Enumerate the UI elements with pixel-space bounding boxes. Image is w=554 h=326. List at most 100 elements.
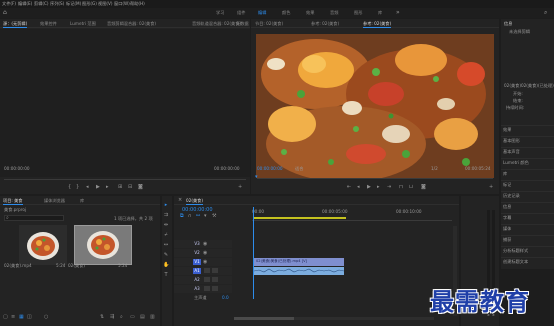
add-button-icon[interactable]: +	[489, 184, 493, 190]
resolution-select[interactable]: 1/2	[431, 166, 438, 171]
panel-item-title-styles[interactable]: 分析标题样式	[503, 248, 528, 253]
track-label-a2[interactable]: A2	[193, 277, 201, 283]
project-search-box[interactable]: ⌕	[4, 215, 64, 221]
export-frame-icon[interactable]: ◙	[421, 184, 426, 190]
tab-metadata[interactable]: 元数据	[236, 19, 249, 28]
panel-item-info[interactable]: 信息	[503, 204, 511, 209]
ripple-edit-tool-icon[interactable]: ⇹	[163, 222, 169, 228]
track-label-a1[interactable]: A1	[193, 268, 201, 274]
tab-media-browser[interactable]: 媒体浏览器	[44, 196, 65, 205]
tab-program[interactable]: 节目: 02(美食)	[255, 19, 283, 28]
icon-view-icon[interactable]: ▦	[19, 314, 24, 320]
play-icon[interactable]: ▶	[96, 184, 100, 190]
nest-icon[interactable]: ⧉	[180, 213, 184, 219]
lock-icon[interactable]: ▢	[3, 314, 8, 320]
solo-button[interactable]	[212, 268, 218, 273]
eye-icon[interactable]: ◉	[203, 250, 207, 256]
tab-sequence[interactable]: 02(美食)	[186, 196, 203, 205]
snap-icon[interactable]: ∩	[188, 213, 192, 219]
step-back-icon[interactable]: ◂	[357, 184, 360, 190]
selection-tool-icon[interactable]: ▸	[163, 202, 169, 208]
panel-item-lumetri-color[interactable]: Lumetri 颜色	[503, 160, 529, 165]
timeline-ruler[interactable]: 00:00 00:00:05:00 00:00:10:00	[252, 207, 452, 221]
panel-item-capture[interactable]: 捕获	[503, 237, 511, 242]
panel-item-captions[interactable]: 字幕	[503, 215, 511, 220]
find-icon[interactable]: ⌕	[120, 314, 123, 320]
search-icon[interactable]: ⌕	[544, 9, 547, 17]
hand-tool-icon[interactable]: ✋	[163, 262, 169, 268]
tab-source[interactable]: 源：(无剪辑)	[3, 19, 28, 28]
workspace-audio[interactable]: 音频	[330, 10, 338, 16]
eye-icon[interactable]: ◉	[203, 259, 207, 265]
tab-reference-1[interactable]: 参考: 02(美食)	[311, 19, 339, 28]
mute-button[interactable]	[204, 277, 210, 282]
workspace-color[interactable]: 颜色	[282, 10, 290, 16]
panel-item-essential-graphics[interactable]: 基本图形	[503, 138, 520, 143]
panel-item-effects[interactable]: 效果	[503, 127, 511, 132]
workspace-libraries[interactable]: 库	[378, 10, 382, 16]
panel-item-title-text[interactable]: 创建标题文本	[503, 259, 528, 264]
new-item-icon[interactable]: ▤	[140, 314, 145, 320]
track-label-v3[interactable]: V3	[193, 241, 201, 247]
menu-edit[interactable]: 编辑(E)	[18, 1, 32, 7]
tab-project[interactable]: 项目: 美食	[3, 196, 23, 205]
program-scrubber[interactable]: ▾	[255, 174, 493, 180]
insert-icon[interactable]: ⊞	[118, 184, 122, 190]
mute-button[interactable]	[204, 268, 210, 273]
add-button-icon[interactable]: +	[238, 184, 242, 190]
track-select-tool-icon[interactable]: ⇉	[163, 212, 169, 218]
step-forward-icon[interactable]: ▸	[377, 184, 380, 190]
workspace-assembly[interactable]: 组件	[237, 10, 245, 16]
menu-graphics[interactable]: 图形(G)	[82, 1, 97, 7]
track-label-v1[interactable]: V1	[193, 259, 201, 265]
overwrite-icon[interactable]: ⊟	[128, 184, 132, 190]
zoom-slider-icon[interactable]: ○	[44, 314, 48, 320]
playhead-line[interactable]	[253, 207, 254, 299]
panel-item-history[interactable]: 历史记录	[503, 193, 520, 198]
tab-libraries[interactable]: 库	[80, 196, 84, 205]
tab-reference-2[interactable]: 参考: 02(美食)	[363, 19, 392, 28]
clip-thumbnail[interactable]	[19, 225, 67, 265]
workspace-graphics[interactable]: 图形	[354, 10, 362, 16]
panel-item-media[interactable]: 媒体	[503, 226, 511, 231]
menu-sequence[interactable]: 序列(S)	[50, 1, 64, 7]
go-to-in-icon[interactable]: ⇤	[347, 184, 351, 190]
camera-icon[interactable]: ◙	[138, 184, 143, 190]
freeform-view-icon[interactable]: ◫	[27, 314, 32, 320]
mark-out-icon[interactable]: }	[76, 184, 79, 190]
settings-icon[interactable]: ⚒	[212, 213, 216, 219]
go-to-out-icon[interactable]: ⇥	[387, 184, 391, 190]
new-bin-icon[interactable]: ▭	[130, 314, 135, 320]
trash-icon[interactable]: ▥	[150, 314, 155, 320]
eye-icon[interactable]: ◉	[203, 241, 207, 247]
zoom-select[interactable]: 适合	[295, 166, 303, 171]
pen-tool-icon[interactable]: ✎	[163, 252, 169, 258]
slip-tool-icon[interactable]: ↔	[163, 242, 169, 248]
linked-icon[interactable]: ⚯	[196, 213, 200, 219]
menu-window[interactable]: 窗口(W)	[114, 1, 130, 7]
mute-button[interactable]	[204, 286, 210, 291]
panel-item-markers[interactable]: 标记	[503, 182, 511, 187]
sort-icon[interactable]: ⇅	[100, 314, 104, 320]
playhead-marker-icon[interactable]: ▾	[255, 174, 258, 180]
master-volume[interactable]: 0.0	[222, 295, 229, 300]
play-icon[interactable]: ▶	[367, 184, 371, 190]
menu-marker[interactable]: 标记(M)	[66, 1, 81, 7]
more-icon[interactable]: »	[396, 9, 400, 16]
type-tool-icon[interactable]: T	[163, 272, 169, 278]
tab-effect-controls[interactable]: 效果控件	[40, 19, 57, 28]
sequence-thumbnail[interactable]	[74, 225, 132, 265]
extract-icon[interactable]: ⊔	[409, 184, 413, 190]
menu-clip[interactable]: 剪辑(C)	[34, 1, 49, 7]
tab-audio-clip-mixer[interactable]: 音频剪辑混合器: 02(美食)	[107, 19, 156, 28]
source-scrubber[interactable]	[4, 177, 246, 180]
menu-help[interactable]: 帮助(H)	[130, 1, 145, 7]
solo-button[interactable]	[212, 286, 218, 291]
tab-audio-track-mixer[interactable]: 音频轨道混合器: 02(美食)	[192, 19, 241, 28]
tab-lumetri-scopes[interactable]: Lumetri 范围	[70, 19, 96, 28]
home-icon[interactable]: ⌂	[3, 9, 7, 16]
marker-icon[interactable]: ▾	[204, 213, 207, 219]
razor-tool-icon[interactable]: ⌿	[163, 232, 169, 238]
menu-view[interactable]: 视图(V)	[98, 1, 113, 7]
timeline-zoom-bar[interactable]	[234, 317, 434, 320]
